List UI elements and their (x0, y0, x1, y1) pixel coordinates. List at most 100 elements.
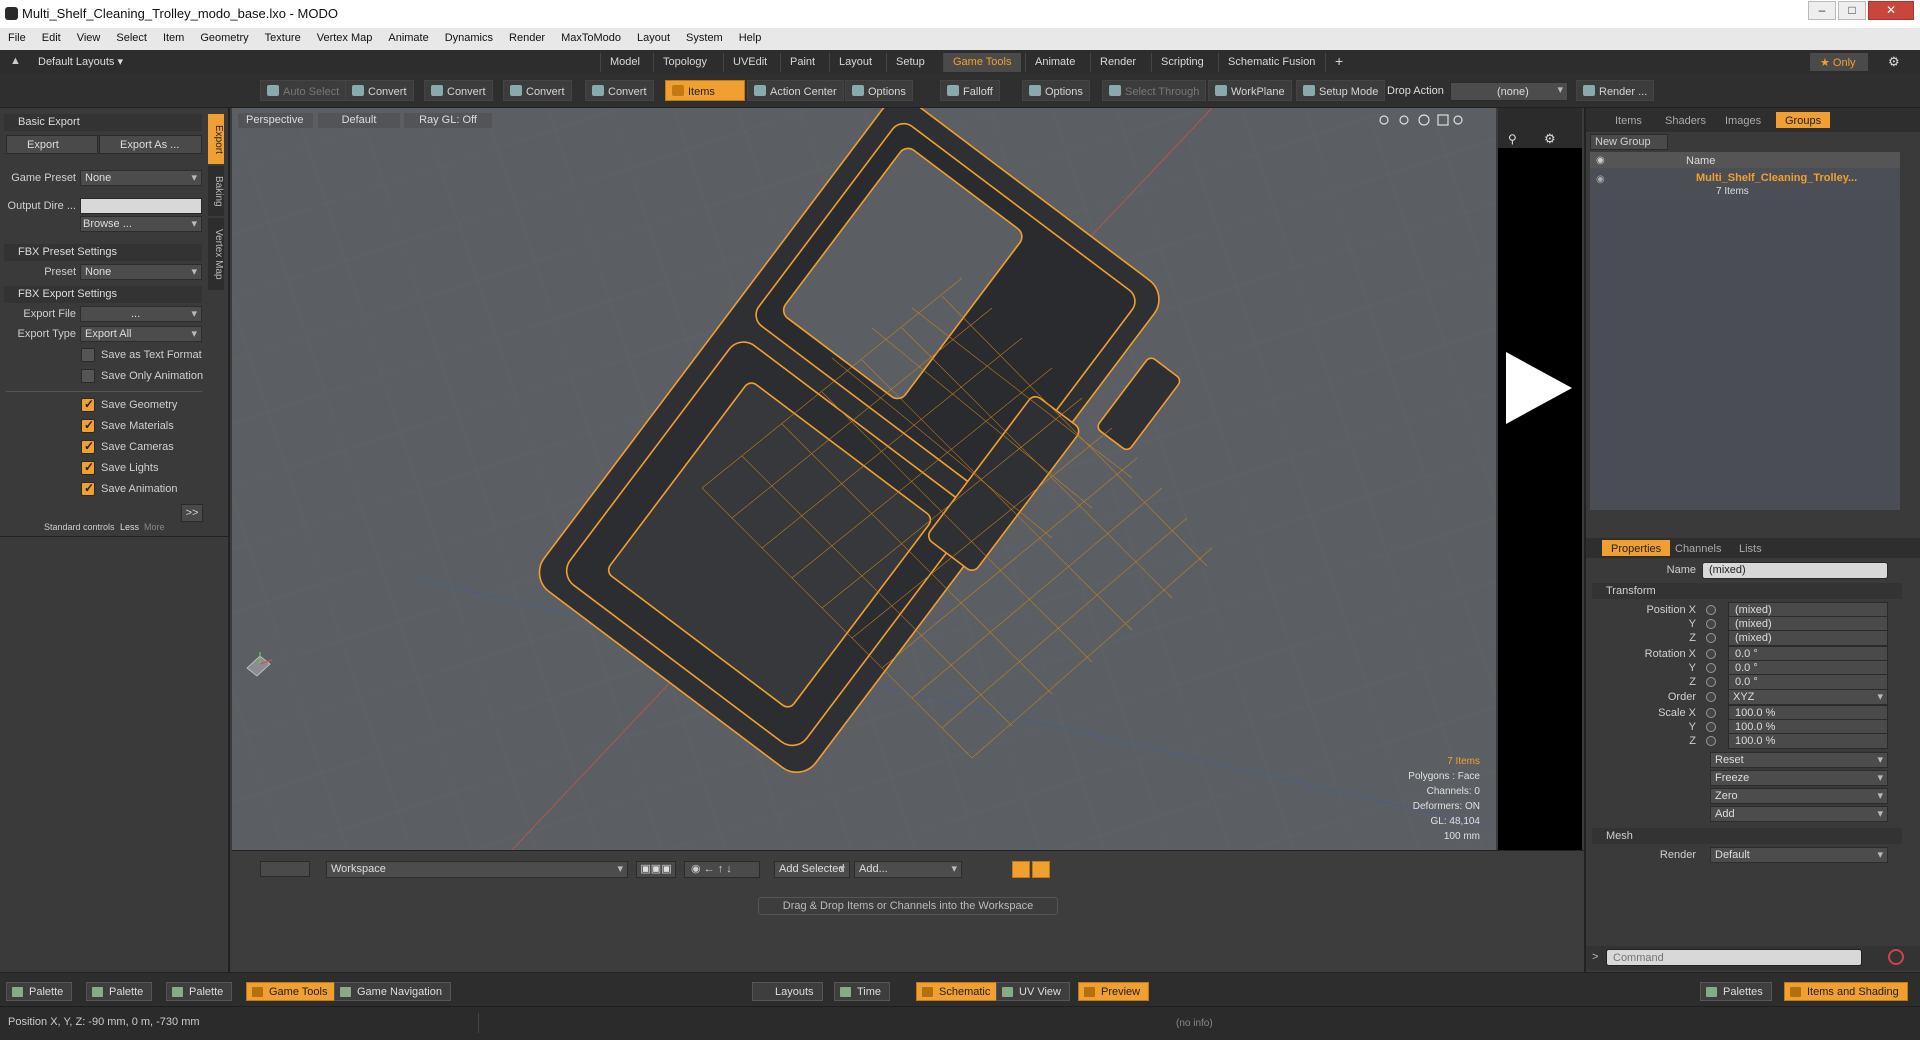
play-icon[interactable] (1506, 352, 1576, 424)
order-dropdown[interactable]: XYZ (1728, 689, 1888, 705)
eye-icon[interactable]: ◉ (1596, 174, 1605, 185)
menu-item[interactable]: Item (155, 28, 192, 44)
convert-edges-button[interactable]: Convert (424, 80, 493, 101)
save-text-format-checkbox[interactable] (81, 348, 95, 362)
export-type-dropdown[interactable]: Export All (80, 326, 202, 342)
basic-export-header[interactable]: Basic Export (4, 114, 202, 131)
tab-paint[interactable]: Paint (780, 53, 824, 72)
tab-items[interactable]: Items (1606, 112, 1651, 128)
menu-help[interactable]: Help (731, 28, 770, 44)
menu-dynamics[interactable]: Dynamics (437, 28, 501, 44)
tab-render[interactable]: Render (1090, 53, 1145, 72)
game-tools-button[interactable]: Game Tools (246, 982, 337, 1001)
items-shading-button[interactable]: Items and Shading (1784, 982, 1908, 1001)
only-toggle[interactable]: ★ Only (1810, 53, 1868, 71)
tab-channels[interactable]: Channels (1666, 540, 1730, 556)
keyframe-dot[interactable] (1706, 649, 1716, 659)
menu-view[interactable]: View (69, 28, 109, 44)
menu-vertex-map[interactable]: Vertex Map (309, 28, 381, 44)
freeze-dropdown[interactable]: Freeze (1710, 770, 1888, 786)
palette-button-1[interactable]: Palette (6, 982, 73, 1001)
save-animation-checkbox[interactable] (81, 481, 95, 496)
new-group-button[interactable]: New Group (1590, 134, 1668, 150)
menu-maxtomodo[interactable]: MaxToModo (553, 28, 629, 44)
arrow-controls[interactable]: ◉ ← ↑ ↓ (684, 861, 760, 878)
tab-shaders[interactable]: Shaders (1656, 112, 1715, 128)
action-center-options-button[interactable]: Options (845, 80, 913, 101)
tab-properties[interactable]: Properties (1602, 540, 1671, 556)
tab-model[interactable]: Model (600, 53, 649, 72)
palette-button-3[interactable]: Palette (166, 982, 233, 1001)
menu-render[interactable]: Render (501, 28, 553, 44)
save-only-animation-checkbox[interactable] (81, 369, 95, 383)
3d-viewport[interactable]: Perspective Default Ray GL: Off 7 Items … (232, 108, 1496, 850)
tab-schematic-fusion[interactable]: Schematic Fusion (1218, 53, 1324, 72)
keyframe-dot[interactable] (1706, 633, 1716, 643)
schematic-toolbar-icons[interactable] (260, 861, 310, 877)
keyframe-dot[interactable] (1706, 619, 1716, 629)
tab-animate[interactable]: Animate (1025, 53, 1084, 72)
schematic-button[interactable]: Schematic (916, 982, 1000, 1001)
menu-layout[interactable]: Layout (629, 28, 678, 44)
perspective-dropdown[interactable]: Perspective (238, 113, 313, 128)
grid-layout-icon[interactable]: ▣▣▣ (636, 861, 676, 878)
select-through-button[interactable]: Select Through (1102, 80, 1207, 101)
more-link[interactable]: More (144, 522, 165, 532)
convert-vertices-button[interactable]: Convert (345, 80, 414, 101)
items-mode-button[interactable]: Items (665, 80, 745, 101)
transform-section-header[interactable]: Transform (1592, 583, 1902, 599)
tab-scripting[interactable]: Scripting (1151, 53, 1213, 72)
menu-geometry[interactable]: Geometry (192, 28, 256, 44)
preview-button[interactable]: Preview (1078, 982, 1150, 1001)
zoom-icon[interactable]: ⚲ (1508, 132, 1517, 146)
tab-layout[interactable]: Layout (829, 53, 881, 72)
save-materials-checkbox[interactable] (81, 418, 95, 433)
preset-dropdown[interactable]: None (80, 264, 202, 280)
keyframe-dot[interactable] (1706, 692, 1716, 702)
time-button[interactable]: Time (834, 982, 891, 1001)
scale-z-field[interactable]: 100.0 % (1728, 733, 1888, 749)
layouts-button[interactable]: Layouts (752, 982, 823, 1001)
convert-materials-button[interactable]: Convert (585, 80, 654, 101)
render-button[interactable]: Render ... (1576, 80, 1655, 101)
vtab-export[interactable]: Export (208, 114, 224, 164)
command-input[interactable] (1606, 949, 1862, 966)
add-tab-button[interactable]: + (1325, 53, 1352, 72)
reset-dropdown[interactable]: Reset (1710, 752, 1888, 768)
tab-setup[interactable]: Setup (886, 53, 934, 72)
keyframe-dot[interactable] (1706, 736, 1716, 746)
palette-button-2[interactable]: Palette (86, 982, 153, 1001)
position-z-field[interactable]: (mixed) (1728, 630, 1888, 646)
keyframe-dot[interactable] (1706, 663, 1716, 673)
menu-file[interactable]: File (0, 28, 34, 44)
output-directory-field[interactable] (80, 198, 202, 214)
uv-view-button[interactable]: UV View (996, 982, 1070, 1001)
shading-dropdown[interactable]: Default (318, 113, 400, 128)
keyframe-dot[interactable] (1706, 722, 1716, 732)
export-as-button[interactable]: Export As ... (99, 135, 202, 154)
more-options-button[interactable]: >> (181, 504, 203, 522)
menu-system[interactable]: System (678, 28, 731, 44)
zero-dropdown[interactable]: Zero (1710, 788, 1888, 804)
default-layouts-dropdown[interactable]: Default Layouts ▾ (38, 55, 123, 68)
drop-action-dropdown[interactable]: (none) (1450, 82, 1568, 101)
export-button[interactable]: Export (6, 135, 98, 154)
workspace-dropdown[interactable]: Workspace (326, 861, 628, 878)
maximize-button[interactable]: □ (1838, 1, 1866, 20)
tab-images[interactable]: Images (1716, 112, 1770, 128)
less-link[interactable]: Less (120, 522, 139, 532)
keyframe-dot[interactable] (1706, 708, 1716, 718)
auto-select-button[interactable]: Auto Select (260, 80, 347, 101)
keyframe-dot[interactable] (1706, 605, 1716, 615)
vtab-vertex-map[interactable]: Vertex Map (208, 218, 224, 290)
add-selected-button[interactable]: Add Selected (774, 861, 850, 878)
eye-icon[interactable]: ◉ (1596, 155, 1605, 166)
workplane-button[interactable]: WorkPlane (1208, 80, 1292, 101)
render-dropdown[interactable]: Default (1710, 847, 1888, 863)
menu-texture[interactable]: Texture (257, 28, 309, 44)
add-dropdown[interactable]: Add... (854, 861, 962, 878)
preview-panel[interactable]: ⚲ ⚙ (1498, 108, 1582, 850)
menu-select[interactable]: Select (108, 28, 155, 44)
tab-game-tools[interactable]: Game Tools (943, 53, 1021, 72)
fbx-preset-settings-header[interactable]: FBX Preset Settings (4, 244, 202, 261)
